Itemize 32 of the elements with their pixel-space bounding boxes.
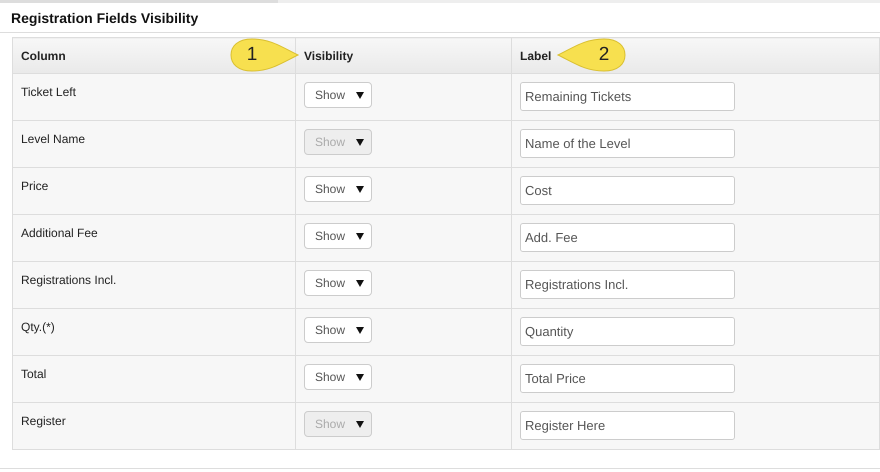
visibility-dropdown[interactable]: Show [304,317,372,343]
label-field[interactable]: Total Price [520,364,735,393]
visibility-dropdown[interactable]: Show [304,223,372,249]
field-name: Total [21,367,46,381]
caret-icon [356,232,364,240]
visibility-dropdown[interactable]: Show [304,82,372,108]
field-name: Qty.(*) [21,320,55,334]
caret-icon [356,326,364,334]
field-name: Ticket Left [21,85,76,99]
field-name: Additional Fee [21,226,98,240]
caret-icon [356,92,364,98]
field-name: Price [21,179,48,193]
column-header: Visibility [296,38,512,74]
caret-icon [356,280,364,286]
label-field[interactable]: Add. Fee [520,223,735,252]
label-field[interactable]: Quantity [520,317,735,346]
caret-icon [356,374,364,380]
field-name: Level Name [21,132,86,146]
visibility-dropdown[interactable]: Show [304,270,372,296]
label-field[interactable]: Registrations Incl. [520,270,735,299]
caret-icon [356,138,364,146]
field-name: Registrations Incl. [21,273,116,287]
caret-icon [356,420,364,428]
label-field[interactable]: Remaining Tickets [520,82,735,111]
callout-bubble: 1 [230,38,300,72]
field-name: Register [21,414,66,428]
caret-icon [356,186,364,192]
label-field[interactable]: Cost [520,176,735,205]
callout-bubble: 2 [556,38,626,72]
panel-title: Registration Fields Visibility [0,3,880,33]
visibility-dropdown[interactable]: Show [304,176,372,202]
visibility-dropdown[interactable]: Show [304,364,372,390]
